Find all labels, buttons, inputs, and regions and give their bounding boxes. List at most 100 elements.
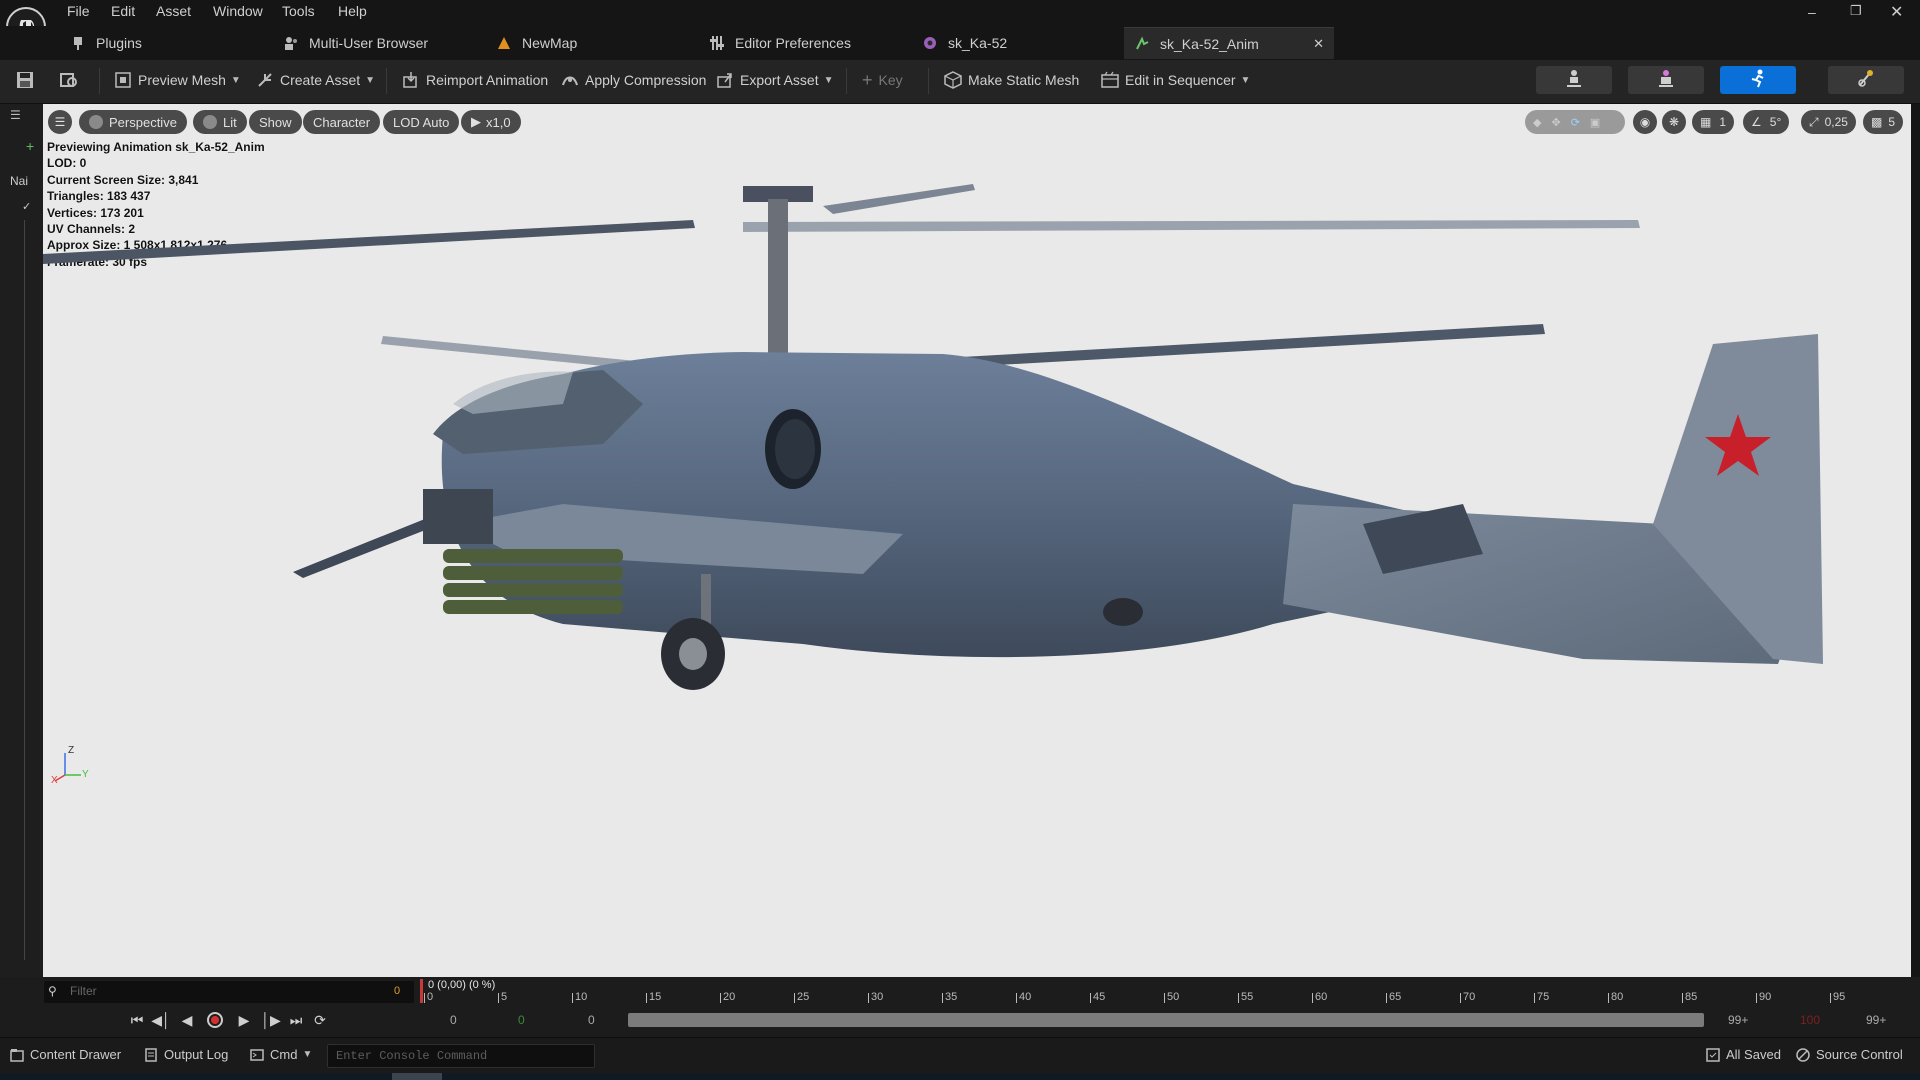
tick-label: 60 [1315, 991, 1328, 1003]
reimport-icon [402, 71, 420, 89]
skeleton-mode-icon [1564, 69, 1584, 92]
content-drawer-button[interactable]: Content Drawer [10, 1047, 121, 1062]
close-window-icon[interactable]: ✕ [1890, 2, 1903, 22]
preview-mesh-button[interactable]: Preview Mesh ▼ [114, 68, 241, 92]
play-icon[interactable]: ▶ [233, 1010, 255, 1030]
mesh-mode-button[interactable] [1628, 66, 1704, 94]
mesh-mode-icon [1656, 69, 1676, 92]
key-button[interactable]: + Key [862, 68, 903, 92]
make-static-mesh-label: Make Static Mesh [968, 72, 1080, 88]
checkbox-icon[interactable]: ✓ [22, 200, 31, 213]
tick-label: 35 [945, 991, 958, 1003]
physics-mode-button[interactable] [1828, 66, 1904, 94]
tab-multi-user-browser[interactable]: Multi-User Browser [283, 27, 428, 59]
working-range-start[interactable]: 0 [518, 1013, 525, 1027]
saved-icon [1706, 1047, 1720, 1062]
export-asset-button[interactable]: Export Asset ▼ [716, 68, 834, 92]
skeleton-mode-button[interactable] [1536, 66, 1612, 94]
key-label: Key [878, 72, 903, 88]
taskbar-edge [0, 1073, 1920, 1080]
tick-label: 55 [1241, 991, 1254, 1003]
tick-label: 30 [871, 991, 884, 1003]
menu-window[interactable]: Window [213, 3, 263, 19]
apply-compression-button[interactable]: Apply Compression [561, 68, 706, 92]
time-ruler[interactable]: 0 (0,00) (0 %) 0 5 10 15 20 25 30 35 40 … [420, 979, 1910, 1003]
playback-start[interactable]: 0 [588, 1013, 595, 1027]
tick-label: 45 [1093, 991, 1106, 1003]
filter-input[interactable]: ⚲ Filter 0 [44, 981, 414, 1003]
edit-in-sequencer-label: Edit in Sequencer [1125, 72, 1236, 88]
all-saved-button[interactable]: All Saved [1706, 1047, 1781, 1062]
menu-asset[interactable]: Asset [156, 3, 191, 19]
browse-asset-icon[interactable] [60, 71, 78, 89]
cmd-button[interactable]: Cmd ▼ [250, 1047, 312, 1062]
tab-newmap[interactable]: NewMap [496, 27, 577, 59]
menu-file[interactable]: File [67, 3, 90, 19]
reimport-animation-label: Reimport Animation [426, 72, 549, 88]
helicopter-mesh-preview [43, 184, 1823, 690]
skip-to-end-icon[interactable]: ⏭ [285, 1010, 307, 1030]
chevron-down-icon: ▼ [1240, 74, 1251, 86]
name-column-label: Nai [10, 174, 29, 188]
output-log-icon [144, 1047, 158, 1062]
menu-help[interactable]: Help [338, 3, 367, 19]
console-input[interactable]: Enter Console Command [327, 1044, 595, 1068]
filter-placeholder: Filter [70, 984, 97, 998]
tab-sk-ka-52[interactable]: sk_Ka-52 [922, 27, 1007, 59]
tick-label: 90 [1759, 991, 1772, 1003]
tab-plugins[interactable]: Plugins [70, 27, 142, 59]
export-asset-label: Export Asset [740, 72, 819, 88]
output-log-button[interactable]: Output Log [144, 1047, 228, 1062]
tab-editor-preferences[interactable]: Editor Preferences [709, 27, 851, 59]
sequencer-icon [1101, 71, 1119, 89]
close-tab-icon[interactable]: ✕ [1313, 36, 1324, 52]
tick-label: 70 [1463, 991, 1476, 1003]
playhead[interactable] [420, 979, 423, 1003]
playback-end[interactable]: 99+ [1728, 1013, 1748, 1027]
tab-sk-ka-52-anim[interactable]: sk_Ka-52_Anim ✕ [1124, 27, 1334, 59]
chevron-down-icon: ▼ [230, 74, 241, 86]
preview-mesh-label: Preview Mesh [138, 72, 226, 88]
chevron-down-icon: ▼ [302, 1049, 313, 1060]
edit-in-sequencer-button[interactable]: Edit in Sequencer ▼ [1101, 68, 1250, 92]
terminal-icon [250, 1048, 264, 1062]
preview-viewport[interactable]: ☰ Perspective Lit Show Character LOD Aut… [43, 104, 1911, 977]
menu-edit[interactable]: Edit [111, 3, 135, 19]
tab-label: sk_Ka-52_Anim [1160, 35, 1259, 52]
range-scrollbar[interactable] [628, 1013, 1704, 1027]
content-drawer-label: Content Drawer [30, 1047, 122, 1062]
all-saved-label: All Saved [1726, 1047, 1781, 1062]
reimport-animation-button[interactable]: Reimport Animation [402, 68, 548, 92]
output-log-label: Output Log [164, 1047, 229, 1062]
plus-icon: + [862, 69, 873, 90]
restore-icon[interactable]: ❐ [1850, 3, 1862, 19]
working-range-end[interactable]: 100 [1800, 1013, 1820, 1027]
step-back-icon[interactable]: ◀│ [150, 1010, 172, 1030]
map-icon [496, 35, 512, 51]
minimize-icon[interactable]: – [1808, 4, 1816, 20]
taskbar-indicator [392, 1073, 442, 1080]
tree-icon[interactable]: ☰ [10, 108, 21, 122]
compression-icon [561, 71, 579, 89]
chevron-down-icon: ▼ [365, 74, 376, 86]
animation-mode-button[interactable] [1720, 66, 1796, 94]
tick-label: 95 [1833, 991, 1846, 1003]
view-range-end[interactable]: 99+ [1866, 1013, 1886, 1027]
save-icon[interactable] [16, 71, 34, 89]
create-asset-button[interactable]: Create Asset ▼ [256, 68, 375, 92]
record-icon[interactable] [204, 1010, 226, 1030]
menu-tools[interactable]: Tools [282, 3, 315, 19]
physics-icon [1856, 69, 1876, 92]
title-bar: File Edit Asset Window Tools Help – ❐ ✕ [0, 0, 1920, 47]
skip-to-start-icon[interactable]: ⏮ [126, 1010, 148, 1030]
play-reverse-icon[interactable]: ◀ [176, 1010, 198, 1030]
step-forward-icon[interactable]: │▶ [260, 1010, 282, 1030]
loop-icon[interactable]: ⟳ [309, 1010, 331, 1030]
add-icon[interactable]: + [26, 138, 34, 154]
source-control-button[interactable]: Source Control [1796, 1047, 1903, 1062]
tick-label: 25 [797, 991, 810, 1003]
tick-label: 5 [501, 991, 508, 1003]
status-bar: Content Drawer Output Log Cmd ▼ Enter Con… [0, 1037, 1920, 1073]
make-static-mesh-button[interactable]: Make Static Mesh [944, 68, 1079, 92]
view-range-start[interactable]: 0 [450, 1013, 457, 1027]
